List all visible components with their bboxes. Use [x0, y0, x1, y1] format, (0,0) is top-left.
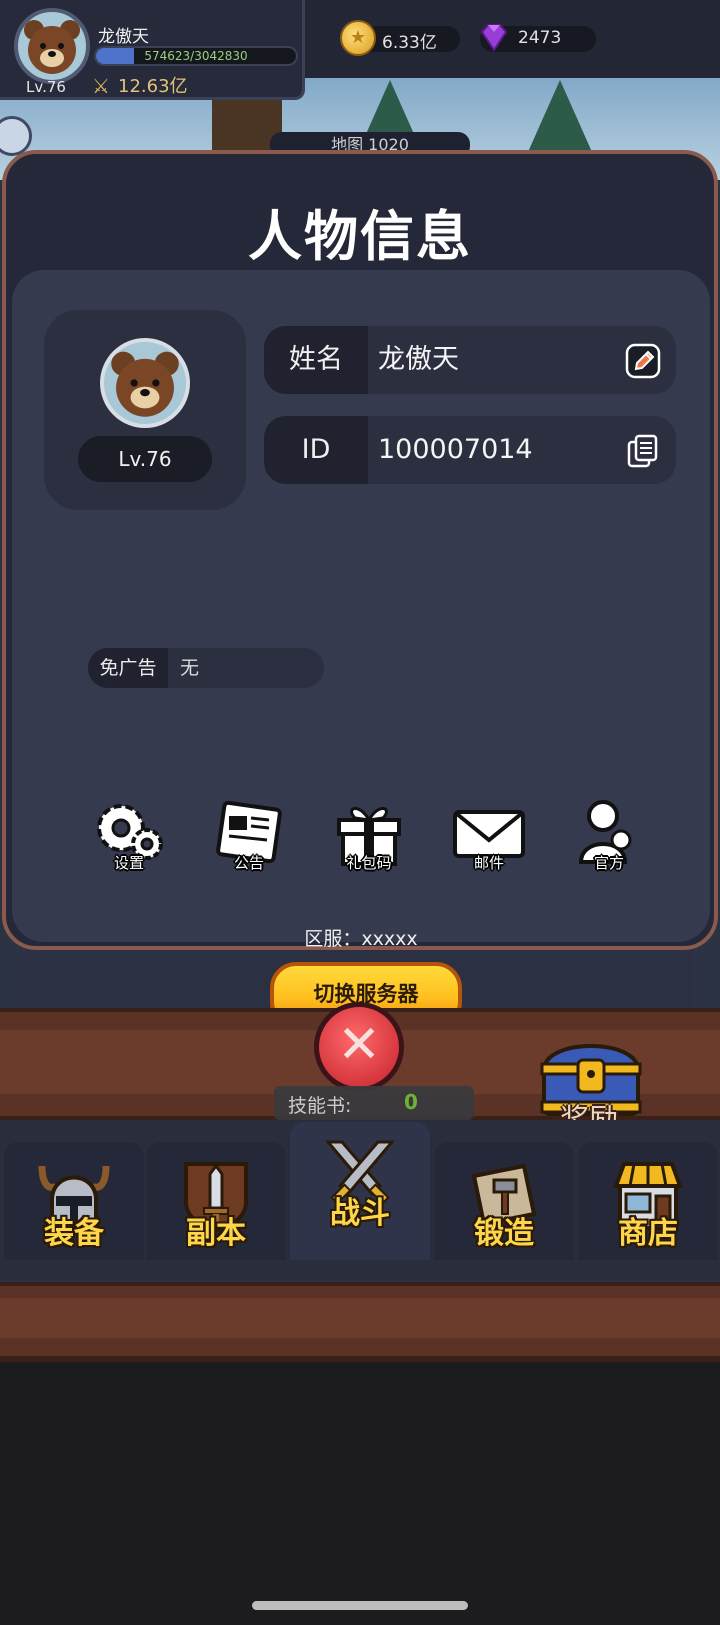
modal-content: Lv.76 姓名 龙傲天 ID 100007014 免广告 无 设置 公告 礼包…: [12, 270, 710, 1028]
player-avatar[interactable]: [14, 8, 90, 84]
mail-button[interactable]: 邮件: [444, 798, 534, 888]
tab-equipment-label: 装备: [44, 1216, 104, 1251]
tab-dungeon-label: 副本: [186, 1216, 246, 1251]
edit-icon[interactable]: [624, 342, 662, 380]
mail-label: 邮件: [473, 854, 504, 872]
xp-bar: 574623/3042830: [94, 46, 298, 66]
settings-button[interactable]: 设置: [84, 798, 174, 888]
id-value: 100007014: [378, 434, 533, 465]
no-ads-label: 免广告: [88, 648, 168, 688]
id-label: ID: [264, 416, 368, 484]
bear-avatar-icon: [111, 351, 179, 417]
official-button[interactable]: 官方: [564, 798, 654, 888]
crossed-swords-icon: ⚔: [92, 74, 110, 98]
avatar-card: Lv.76: [44, 310, 246, 510]
coin-amount: 6.33亿: [382, 33, 437, 53]
name-value: 龙傲天: [378, 344, 459, 375]
gem-counter[interactable]: 2473: [480, 24, 596, 52]
no-ads-status: 免广告 无: [88, 648, 324, 688]
character-avatar[interactable]: [100, 338, 190, 428]
tab-equipment[interactable]: 装备: [4, 1142, 144, 1260]
gem-icon: [476, 20, 512, 56]
tab-shop[interactable]: 商店: [578, 1142, 718, 1260]
name-label: 姓名: [264, 326, 368, 394]
tab-battle[interactable]: 战斗: [290, 1122, 430, 1260]
close-button[interactable]: ✕: [314, 1002, 404, 1092]
player-level: Lv.76: [26, 78, 66, 96]
coin-icon: ★: [340, 20, 376, 56]
id-row: ID 100007014: [264, 416, 676, 484]
official-label: 官方: [593, 854, 624, 872]
character-info-modal: 人物信息 Lv.76 姓名 龙傲天 ID 100007014 免广告 无 设置 …: [2, 150, 718, 1028]
settings-label: 设置: [113, 854, 144, 872]
avatar-level-badge: Lv.76: [78, 436, 212, 482]
player-panel[interactable]: Lv.76 龙傲天 574623/3042830 ⚔ 12.63亿: [0, 0, 305, 100]
combat-power: 12.63亿: [118, 76, 188, 97]
tab-forge-label: 锻造: [474, 1216, 534, 1251]
bear-avatar-icon: [24, 20, 80, 74]
player-name: 龙傲天: [98, 27, 149, 47]
tab-forge[interactable]: 锻造: [434, 1142, 574, 1260]
modal-title: 人物信息: [248, 205, 472, 268]
gem-amount: 2473: [518, 28, 562, 48]
skill-book-label: 技能书:: [288, 1095, 352, 1117]
tab-dungeon[interactable]: 副本: [146, 1142, 286, 1260]
coin-counter[interactable]: ★ 6.33亿: [340, 20, 460, 56]
server-info: 区服：xxxxx: [304, 928, 418, 950]
skill-book-value: 0: [404, 1090, 418, 1114]
bottom-floor: [0, 1282, 720, 1362]
gift-code-button[interactable]: 礼包码: [324, 798, 414, 888]
name-row: 姓名 龙傲天: [264, 326, 676, 394]
bottom-navigation: 装备 副本 战斗 锻造 商店: [0, 1120, 720, 1280]
announcement-button[interactable]: 公告: [204, 798, 294, 888]
floor-band: [0, 1298, 720, 1338]
no-ads-value: 无: [180, 657, 200, 679]
tab-battle-label: 战斗: [330, 1196, 390, 1231]
tab-shop-label: 商店: [618, 1216, 678, 1251]
xp-text: 574623/3042830: [144, 49, 248, 63]
home-indicator[interactable]: [252, 1601, 468, 1610]
skill-book-counter: 技能书: 0: [274, 1086, 474, 1120]
copy-icon[interactable]: [624, 432, 662, 470]
gift-code-label: 礼包码: [346, 854, 392, 872]
announcement-label: 公告: [233, 854, 264, 872]
close-icon: ✕: [337, 1015, 381, 1075]
